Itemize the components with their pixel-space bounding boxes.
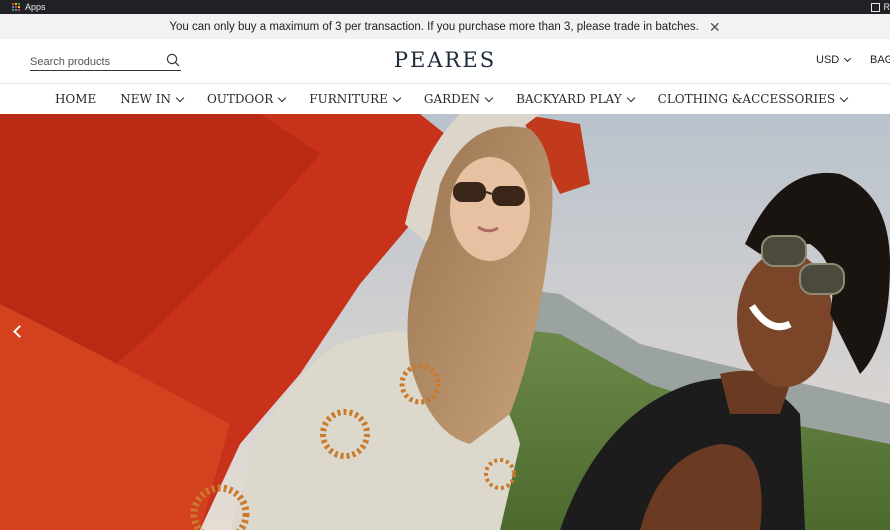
chevron-down-icon (839, 93, 849, 102)
nav-item-new-in[interactable]: NEW IN (120, 92, 185, 106)
nav-item-label: CLOTHING &ACCESSORIES (657, 92, 836, 106)
nav-item-label: NEW IN (120, 92, 171, 106)
search-input[interactable] (30, 53, 160, 71)
hero-prev-button[interactable] (8, 320, 28, 344)
close-icon[interactable]: ✕ (709, 20, 721, 34)
bag-link[interactable]: BAG (870, 54, 890, 66)
nav-item-outdoor[interactable]: OUTDOOR (206, 92, 287, 106)
main-nav: HOME NEW IN OUTDOOR FURNITURE GARDEN BAC… (0, 84, 890, 114)
announcement-bar: You can only buy a maximum of 3 per tran… (0, 14, 890, 39)
chevron-down-icon (392, 93, 402, 102)
nav-item-label: FURNITURE (309, 92, 388, 106)
nav-item-label: OUTDOOR (206, 92, 274, 106)
site-header: PEARES USD BAG (0, 39, 890, 84)
nav-item-backyard-play[interactable]: BACKYARD PLAY (516, 92, 635, 106)
reading-list-icon (870, 2, 880, 12)
apps-shortcut[interactable]: Apps (12, 0, 46, 14)
site-logo[interactable]: PEARES (394, 48, 496, 72)
reading-list-label: R (883, 2, 890, 12)
chevron-down-icon (626, 93, 635, 102)
hero-banner[interactable] (0, 114, 890, 530)
search-icon[interactable] (166, 53, 180, 67)
nav-item-garden[interactable]: GARDEN (423, 92, 494, 106)
currency-selector[interactable]: USD (816, 54, 852, 66)
chevron-down-icon (175, 93, 185, 102)
chevron-down-icon (844, 54, 852, 63)
chevron-down-icon (484, 93, 494, 102)
reading-list[interactable]: R (870, 0, 890, 14)
nav-item-furniture[interactable]: FURNITURE (309, 92, 402, 106)
announcement-text: You can only buy a maximum of 3 per tran… (169, 20, 699, 33)
apps-grid-icon (12, 3, 20, 11)
apps-label: Apps (25, 2, 46, 12)
search-box (30, 52, 181, 71)
hero-image (0, 114, 890, 530)
browser-bookmarks-bar: Apps R (0, 0, 890, 14)
chevron-down-icon (278, 93, 287, 102)
currency-label: USD (816, 54, 840, 66)
nav-item-label: HOME (54, 92, 97, 106)
nav-item-clothing-accessories[interactable]: CLOTHING &ACCESSORIES (657, 92, 849, 106)
nav-item-home[interactable]: HOME (55, 92, 96, 106)
nav-item-label: BACKYARD PLAY (516, 92, 622, 106)
nav-item-label: GARDEN (423, 92, 481, 106)
